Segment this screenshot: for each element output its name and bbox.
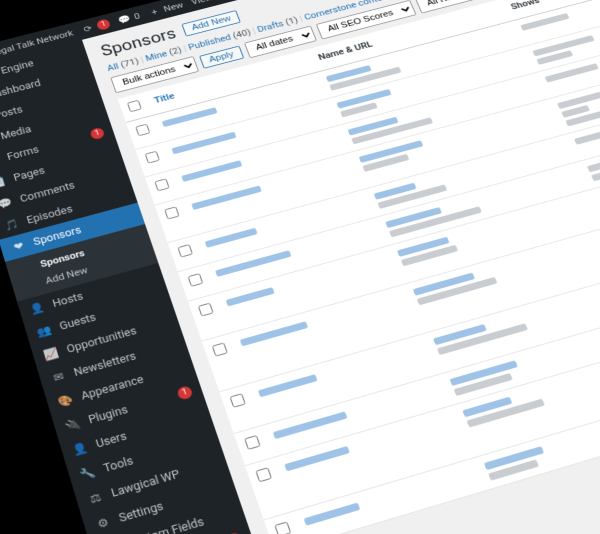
new-label: New xyxy=(162,0,184,14)
comments-count: 0 xyxy=(133,11,142,21)
update-icon: ⟳ xyxy=(80,22,96,35)
row-checkbox[interactable] xyxy=(145,151,160,164)
opportunities-icon: 📈 xyxy=(42,345,61,363)
comments-icon: 💬 xyxy=(0,195,15,211)
episodes-icon: 🎵 xyxy=(3,217,22,233)
row-checkbox[interactable] xyxy=(229,393,245,408)
comments-link[interactable]: 💬 0 xyxy=(117,11,142,26)
row-checkbox[interactable] xyxy=(198,303,214,317)
guests-icon: 👥 xyxy=(35,322,54,339)
row-checkbox[interactable] xyxy=(255,467,272,482)
row-checkbox[interactable] xyxy=(177,244,193,257)
sponsors-icon: ❤ xyxy=(9,238,28,255)
row-checkbox[interactable] xyxy=(164,206,179,219)
row-checkbox[interactable] xyxy=(135,124,150,137)
plus-icon: + xyxy=(146,5,162,18)
row-checkbox[interactable] xyxy=(244,435,261,450)
row-checkbox[interactable] xyxy=(274,521,291,534)
lawgical-wp-icon: ⚖ xyxy=(85,489,105,508)
forms-icon: 📋 xyxy=(0,153,2,169)
hosts-icon: 👤 xyxy=(28,300,47,317)
select-all-checkbox[interactable] xyxy=(127,100,142,112)
updates-badge: 1 xyxy=(96,18,112,31)
row-checkbox[interactable] xyxy=(212,342,228,356)
comment-icon: 💬 xyxy=(117,13,133,26)
newsletters-icon: ✉ xyxy=(49,368,69,386)
plugins-icon: 🔌 xyxy=(63,416,83,434)
apply-button[interactable]: Apply xyxy=(199,46,244,69)
row-checkbox[interactable] xyxy=(154,178,169,191)
sidebar-badge: 1 xyxy=(89,127,105,141)
users-icon: 👤 xyxy=(71,440,91,458)
appearance-icon: 🎨 xyxy=(56,392,76,410)
sidebar-badge: 1 xyxy=(176,385,193,401)
settings-icon: ⚙ xyxy=(93,514,113,533)
pages-icon: 📄 xyxy=(0,174,8,190)
row-checkbox[interactable] xyxy=(188,273,204,287)
tools-icon: 🔧 xyxy=(78,464,98,483)
